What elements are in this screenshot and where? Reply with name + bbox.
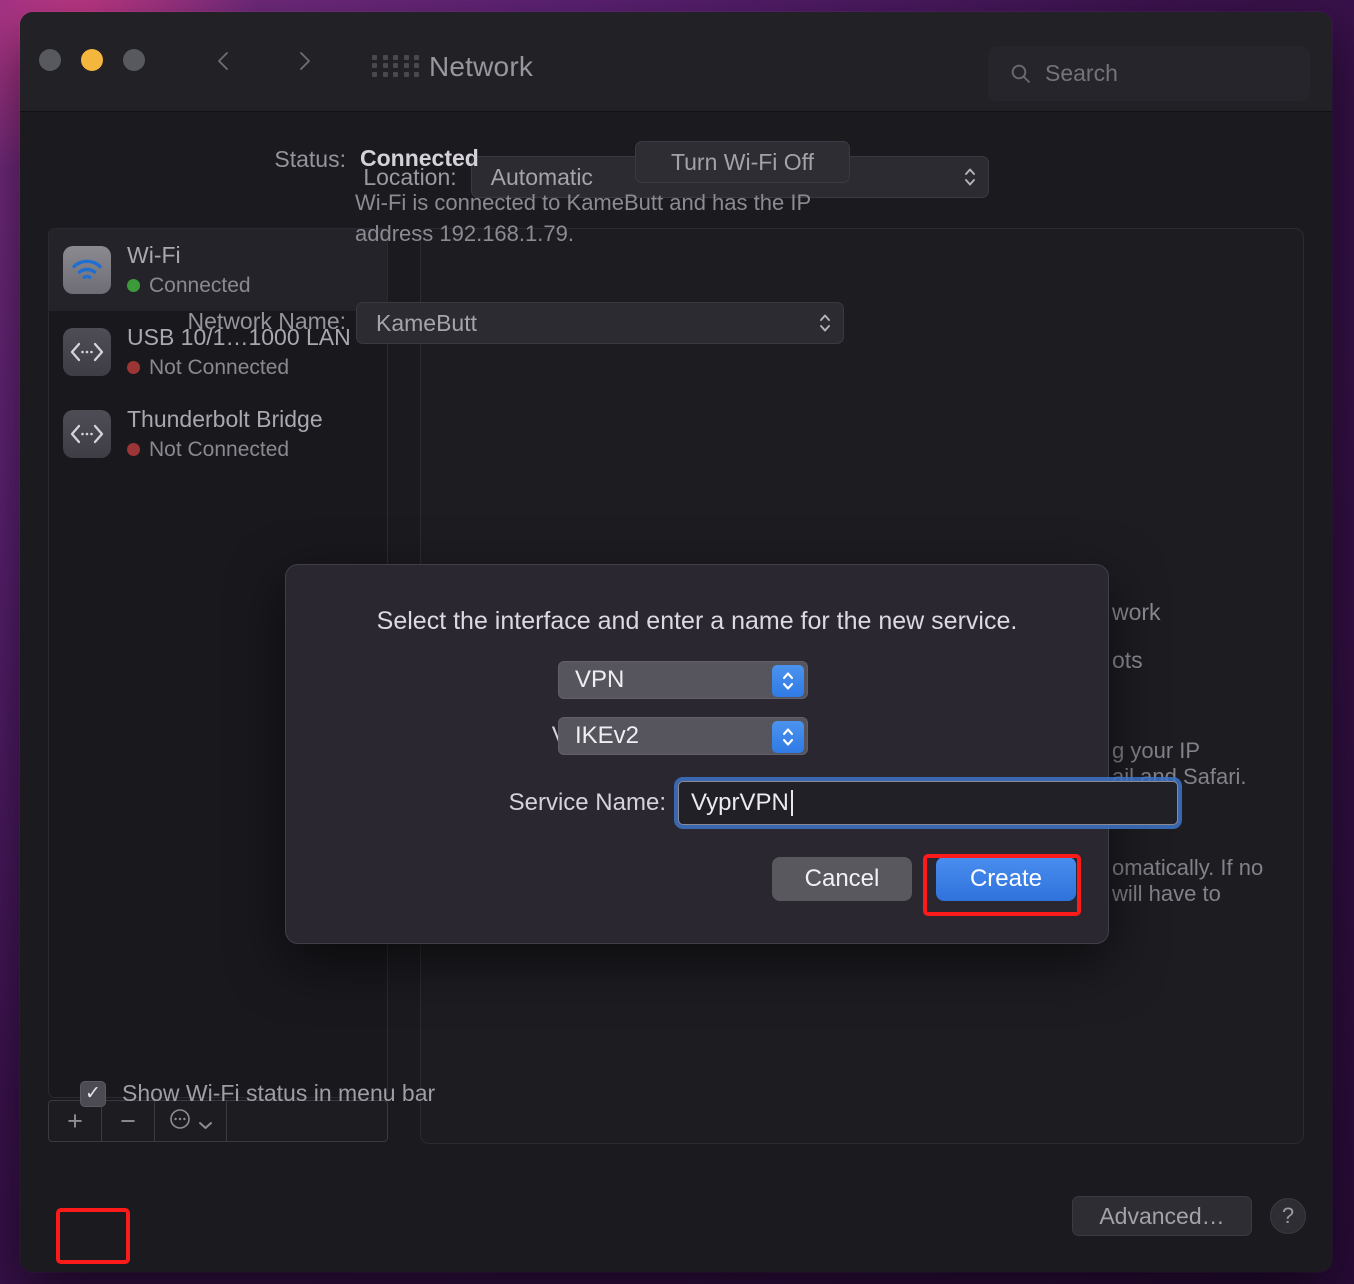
turn-wifi-off-button[interactable]: Turn Wi-Fi Off [635,141,850,183]
service-status: Not Connected [127,354,351,381]
advanced-button[interactable]: Advanced… [1072,1196,1252,1236]
service-status-label: Not Connected [149,354,289,381]
location-value: Automatic [491,164,593,191]
obscured-text-line6: will have to [1112,881,1221,907]
status-description: Wi-Fi is connected to KameButt and has t… [355,188,835,250]
new-service-dialog: Select the interface and enter a name fo… [285,564,1109,944]
help-button[interactable]: ? [1270,1198,1306,1234]
chevron-updown-icon[interactable] [772,721,804,753]
search-icon [1010,63,1031,84]
vpn-type-value: IKEv2 [575,722,639,750]
network-preferences-window: Network Search Location: Automatic [20,12,1332,1272]
window-titlebar: Network Search [20,12,1332,112]
preferences-content: Location: Automatic [20,112,1332,1271]
status-label: Status: [146,146,346,173]
service-status: Not Connected [127,436,323,463]
network-name-label: Network Name: [110,308,346,335]
interface-popup[interactable]: VPN [558,661,808,699]
wifi-icon [63,246,111,294]
obscured-text-line1: work [1112,599,1161,626]
search-placeholder: Search [1045,60,1118,87]
search-field[interactable]: Search [988,46,1310,101]
status-dot-icon [127,443,140,456]
chevron-down-icon [198,1106,213,1137]
network-name-value: KameButt [376,310,477,337]
show-wifi-status-row[interactable]: ✓ Show Wi-Fi status in menu bar [80,1080,435,1107]
service-name: Wi-Fi [127,241,251,270]
interface-value: VPN [575,666,624,694]
text-caret [791,790,793,816]
cancel-button[interactable]: Cancel [772,857,912,901]
sidebar-item-wifi-text: Wi-Fi Connected [127,241,251,299]
service-name: Thunderbolt Bridge [127,405,323,434]
obscured-text-line2: ots [1112,647,1143,674]
create-button[interactable]: Create [936,857,1076,901]
ellipsis-circle-icon [169,1106,191,1137]
service-name-label: Service Name: [346,789,666,817]
vpn-type-popup[interactable]: IKEv2 [558,717,808,755]
service-status: Connected [127,272,251,299]
status-value: Connected [360,145,479,172]
chevron-updown-icon[interactable] [772,665,804,697]
sidebar-item-thunderbolt-bridge[interactable]: Thunderbolt Bridge Not Connected [49,393,387,475]
service-actions-menu[interactable] [155,1101,227,1141]
ethernet-icon [63,410,111,458]
obscured-text-line5: omatically. If no [1112,855,1263,881]
service-status-label: Not Connected [149,436,289,463]
sidebar-item-wifi[interactable]: Wi-Fi Connected [49,229,387,311]
ethernet-icon [63,328,111,376]
status-dot-icon [127,279,140,292]
status-dot-icon [127,361,140,374]
chevron-updown-icon [818,311,832,335]
obscured-text-line3: g your IP [1112,738,1200,764]
toolbar-filler [227,1101,387,1141]
show-wifi-status-label: Show Wi-Fi status in menu bar [122,1080,435,1107]
network-name-popup[interactable]: KameButt [356,302,844,344]
page-title: Network [20,51,1137,83]
service-status-label: Connected [149,272,251,299]
sidebar-item-thunderbolt-bridge-text: Thunderbolt Bridge Not Connected [127,405,323,463]
add-service-button[interactable]: + [49,1101,102,1141]
service-name-value: VyprVPN [691,789,789,817]
show-wifi-status-checkbox[interactable]: ✓ [80,1081,106,1107]
service-name-input[interactable]: VyprVPN [678,781,1178,825]
remove-service-button[interactable]: − [102,1101,155,1141]
chevron-updown-icon [963,165,977,189]
annotation-highlight-add-service [56,1208,130,1264]
dialog-title: Select the interface and enter a name fo… [286,607,1108,636]
